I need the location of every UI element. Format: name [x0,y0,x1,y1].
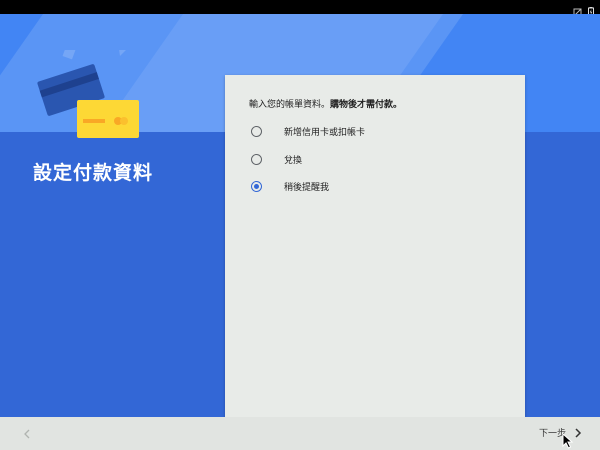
option-redeem[interactable]: 兌換 [251,152,302,166]
back-button[interactable] [18,425,36,443]
next-button[interactable]: 下一步 [539,426,582,439]
option-label: 稍後提醒我 [284,182,330,193]
radio-add-card[interactable] [251,125,262,137]
radio-redeem[interactable] [251,153,262,165]
payment-options-card: 輸入您的帳單資料。購物後才需付款。 新增信用卡或扣帳卡 兌換 稍後提醒我 [225,75,525,417]
payment-cards-illustration [37,50,139,138]
option-label: 兌換 [284,155,303,166]
mouse-cursor-icon [562,433,574,449]
option-remind-later[interactable]: 稍後提醒我 [251,179,329,193]
chevron-left-icon [24,429,30,439]
instruction-normal: 輸入您的帳單資料。 [249,100,331,110]
chevron-right-icon [575,427,582,438]
status-bar [0,0,600,18]
radio-remind-later[interactable] [251,180,262,192]
option-label: 新增信用卡或扣帳卡 [284,127,366,138]
navigation-bar: 下一步 [0,417,600,450]
page-title: 設定付款資料 [33,162,154,184]
instruction-text: 輸入您的帳單資料。購物後才需付款。 [249,97,402,110]
instruction-bold: 購物後才需付款。 [330,100,403,110]
option-add-card[interactable]: 新增信用卡或扣帳卡 [251,124,365,138]
